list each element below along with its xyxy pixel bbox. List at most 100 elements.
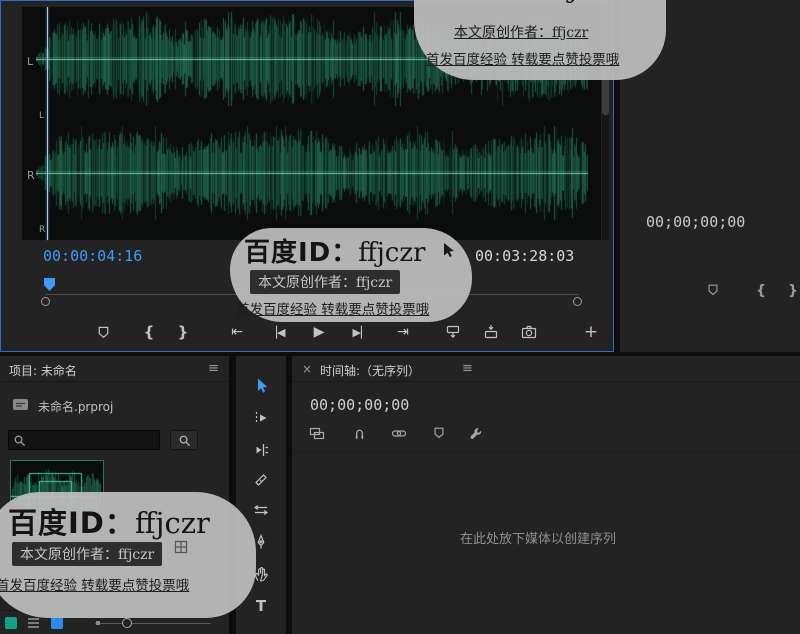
watermark-author-line: 本文原创作者：ffjczr: [12, 542, 163, 566]
watermark-slogan-line: 首发百度经验 转载要点赞投票哦: [426, 52, 620, 68]
timeline-empty-message: 在此处放下媒体以创建序列: [460, 532, 617, 547]
zoom-slider-min-dot: [96, 621, 100, 625]
watermark-id-value: ffjczr: [134, 506, 210, 540]
link-icon: [391, 429, 407, 437]
program-mark-out-button[interactable]: }: [788, 283, 798, 299]
channel-left-label: L: [27, 55, 34, 68]
premiere-app-window: L R L R 00:00:04:16 00:03:28:03 { } ⇤ ▕◀…: [0, 0, 800, 634]
watermark-middle: 百度ID：ffjczr 本文原创作者：ffjczr 首发百度经验 转载要点赞投票…: [230, 228, 472, 322]
watermark-top: 百度ID：ffjczr 本文原创作者：ffjczr 首发百度经验 转载要点赞投票…: [414, 0, 666, 80]
selection-tool[interactable]: [236, 372, 286, 400]
selection-tool-icon: [258, 378, 268, 393]
search-icon: [179, 435, 190, 446]
button-editor-button[interactable]: +: [579, 317, 603, 347]
mouse-cursor-icon: [444, 243, 454, 257]
insert-icon: [446, 325, 460, 339]
channel-right-small-label: R: [39, 225, 46, 235]
panel-menu-icon[interactable]: ≡: [462, 361, 473, 376]
playhead-line[interactable]: [47, 7, 48, 240]
mark-in-icon: {: [143, 323, 155, 341]
watermark-id-line: 百度ID：ffjczr: [244, 232, 426, 269]
panel-menu-icon[interactable]: ≡: [208, 361, 219, 376]
channel-right-label: R: [27, 169, 35, 182]
timeline-title: 时间轴:（无序列）: [320, 364, 421, 378]
step-back-icon: ▕◀: [268, 325, 286, 339]
list-view-icon: [28, 618, 39, 628]
project-writable-icon[interactable]: [5, 617, 17, 629]
nest-sequence-toggle[interactable]: [306, 424, 328, 442]
zoom-handle-left[interactable]: [41, 297, 50, 306]
linked-selection-toggle[interactable]: [388, 424, 410, 442]
nested-sequence-icon: [309, 427, 325, 439]
zoom-slider-track[interactable]: [95, 623, 211, 624]
mark-out-icon: }: [177, 323, 189, 341]
watermark-id-value: ffjczr: [358, 238, 426, 268]
program-add-marker-button[interactable]: [706, 283, 720, 301]
watermark-slogan-line: 首发百度经验 转载要点赞投票哦: [0, 578, 190, 594]
duration-timecode: 00:03:28:03: [475, 247, 575, 265]
snap-toggle[interactable]: [348, 424, 370, 442]
watermark-author-line: 本文原创作者：ffjczr: [454, 25, 589, 41]
track-select-forward-tool[interactable]: [236, 404, 286, 432]
wrench-icon: [470, 427, 481, 439]
divider: [292, 452, 800, 453]
project-file-icon: [13, 399, 28, 410]
scrubber-playhead-caret[interactable]: [44, 278, 55, 291]
mark-in-button[interactable]: {: [137, 317, 161, 347]
export-frame-button[interactable]: [517, 317, 541, 347]
channel-left-small-label: L: [39, 111, 45, 121]
search-input[interactable]: [31, 432, 157, 450]
project-file-row[interactable]: 未命名.prproj: [0, 394, 229, 418]
watermark-id-prefix: 百度ID：: [244, 238, 359, 268]
timeline-add-marker-button[interactable]: [428, 424, 450, 442]
plus-icon: +: [583, 322, 599, 342]
go-to-out-icon: ⇥: [397, 324, 409, 340]
watermark-id-prefix: 百度ID：: [436, 0, 550, 4]
program-mark-in-button[interactable]: {: [756, 283, 766, 299]
watermark-slogan-line: 首发百度经验 转载要点赞投票哦: [236, 302, 430, 318]
razor-tool[interactable]: [236, 466, 286, 494]
watermark-author-line: 本文原创作者：ffjczr: [250, 270, 401, 294]
icon-view-button[interactable]: [51, 617, 63, 629]
find-button[interactable]: [170, 430, 198, 450]
project-panel-header: 项目: 未命名 ≡: [0, 356, 229, 382]
ripple-edit-icon: [256, 444, 268, 456]
list-view-button[interactable]: [27, 617, 40, 632]
camera-icon: [521, 325, 537, 339]
timeline-panel: × 时间轴:（无序列） ≡ 00;00;00;00 在此处放下媒体以创建序列: [292, 356, 800, 634]
zoom-slider-knob[interactable]: [122, 618, 132, 628]
go-to-in-icon: ⇤: [231, 324, 243, 340]
type-tool-icon: T: [255, 597, 267, 615]
razor-icon: [255, 474, 267, 486]
mark-out-button[interactable]: }: [171, 317, 195, 347]
marker-icon: [708, 284, 718, 296]
search-icon: [14, 435, 26, 447]
close-icon[interactable]: ×: [302, 362, 312, 376]
go-to-in-button[interactable]: ⇤: [225, 317, 249, 347]
program-timecode[interactable]: 00;00;00;00: [646, 213, 745, 231]
marker-icon: [434, 427, 444, 439]
step-forward-icon: ▶▏: [352, 325, 370, 339]
ripple-edit-tool[interactable]: [236, 436, 286, 464]
grid-icon: [174, 540, 188, 554]
slip-icon: [253, 505, 269, 515]
watermark-bottom: 百度ID：ffjczr 本文原创作者：ffjczr 首发百度经验 转载要点赞投票…: [0, 492, 256, 618]
magnet-icon: [355, 429, 363, 439]
track-select-icon: [255, 412, 267, 424]
overwrite-icon: [484, 325, 498, 339]
watermark-id-prefix: 百度ID：: [8, 506, 135, 540]
timeline-header: × 时间轴:（无序列） ≡: [292, 356, 800, 382]
timeline-timecode[interactable]: 00;00;00;00: [310, 396, 409, 414]
overwrite-button[interactable]: [479, 317, 503, 347]
play-icon: ▶: [313, 324, 325, 340]
project-file-name: 未命名.prproj: [38, 400, 114, 414]
marker-icon: [98, 326, 108, 338]
add-marker-button[interactable]: [91, 317, 115, 347]
search-box[interactable]: [8, 430, 160, 450]
insert-button[interactable]: [441, 317, 465, 347]
watermark-id-value: ffjczr: [550, 0, 617, 4]
watermark-id-line: 百度ID：ffjczr: [436, 0, 618, 5]
timeline-settings-button[interactable]: [464, 424, 486, 442]
zoom-handle-right[interactable]: [573, 297, 582, 306]
current-timecode[interactable]: 00:00:04:16: [43, 247, 142, 265]
